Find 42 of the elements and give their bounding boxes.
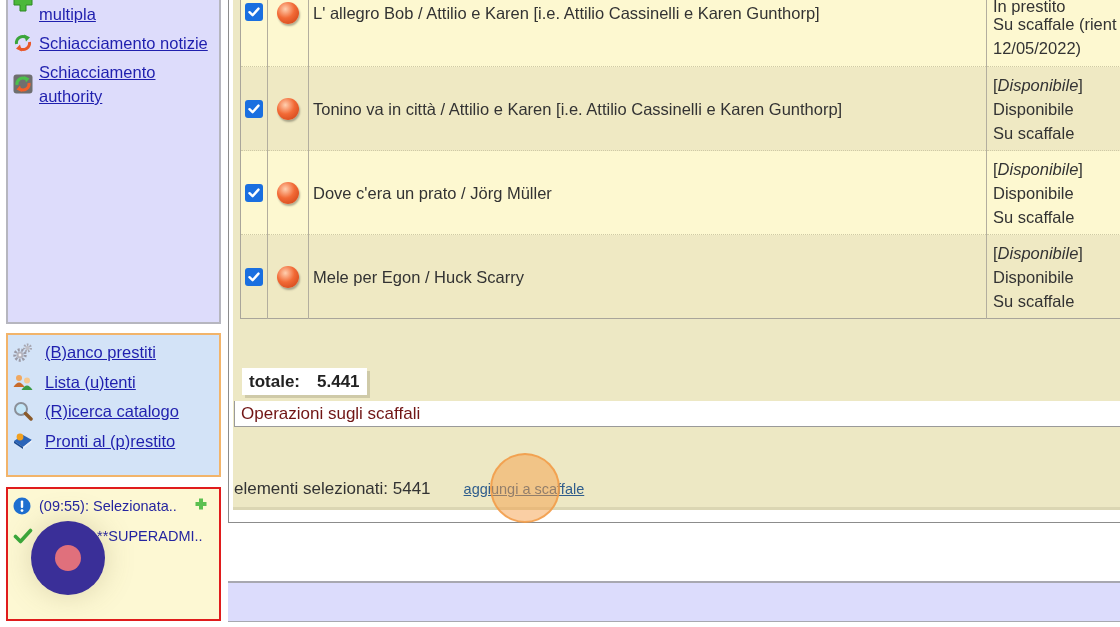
checkbox[interactable] xyxy=(245,183,263,202)
total-value: 5.441 xyxy=(317,370,360,393)
title-cell: L' allegro Bob / Attilio e Karen [i.e. Attilio Cassinelli e Karen Gunthorp] xyxy=(308,0,987,67)
availability-text: Su scaffale xyxy=(993,207,1076,228)
search-icon xyxy=(13,401,33,421)
availability-text: Su scaffale xyxy=(993,123,1076,144)
message-text: **SUPERADMI.. xyxy=(97,527,203,546)
message-text: (09:55): Selezionata.. xyxy=(39,497,177,516)
availability-text: 12/05/2022) xyxy=(993,38,1083,59)
availability-text: [Disponibile] xyxy=(993,159,1084,180)
sidebar-link[interactable]: multipla xyxy=(39,2,96,26)
title-cell: Mele per Egon / Huck Scarry xyxy=(308,234,987,319)
sidebar-link[interactable]: Pronti al (p)restito xyxy=(45,428,176,453)
checkbox[interactable] xyxy=(245,267,263,286)
sidebar-link[interactable]: Lista (u)tenti xyxy=(45,369,136,394)
total-label: totale: xyxy=(249,370,300,393)
add-to-shelf-link[interactable]: aggiungi a scaffale xyxy=(463,479,585,501)
availability-text: Su scaffale (rient xyxy=(993,15,1118,35)
checkbox[interactable] xyxy=(245,3,263,21)
title-cell: Dove c'era un prato / Jörg Müller xyxy=(308,150,987,235)
selection-count: elementi selezionati: 5441 xyxy=(234,478,431,500)
circular-arrows-icon xyxy=(13,74,33,94)
sidebar-link[interactable]: Schiacciamento authority xyxy=(39,60,217,108)
check-icon xyxy=(13,528,33,544)
sidebar-link[interactable]: (R)icerca catalogo xyxy=(45,399,179,423)
availability-text: Disponibile xyxy=(993,267,1075,288)
availability-text: [Disponibile] xyxy=(993,243,1084,264)
sidebar-link[interactable]: (B)anco prestiti xyxy=(45,340,156,364)
title-cell: Tonino va in città / Attilio e Karen [i.e. Attilio Cassinelli e Karen Gunthorp] xyxy=(308,66,987,151)
plus-icon xyxy=(13,0,33,12)
users-icon xyxy=(13,373,33,390)
availability-text: Su scaffale xyxy=(993,291,1076,312)
availability-text: Disponibile xyxy=(993,99,1075,120)
info-icon xyxy=(13,497,31,515)
circular-arrows-icon xyxy=(13,33,33,53)
availability-text: Disponibile xyxy=(993,183,1075,204)
book-icon xyxy=(13,431,33,450)
availability-text: [Disponibile] xyxy=(993,75,1084,96)
checkbox[interactable] xyxy=(245,99,263,118)
sidebar-link[interactable]: Schiacciamento notizie xyxy=(39,31,208,55)
gears-icon xyxy=(13,342,33,362)
section-header: Operazioni sugli scaffali xyxy=(234,401,1120,427)
